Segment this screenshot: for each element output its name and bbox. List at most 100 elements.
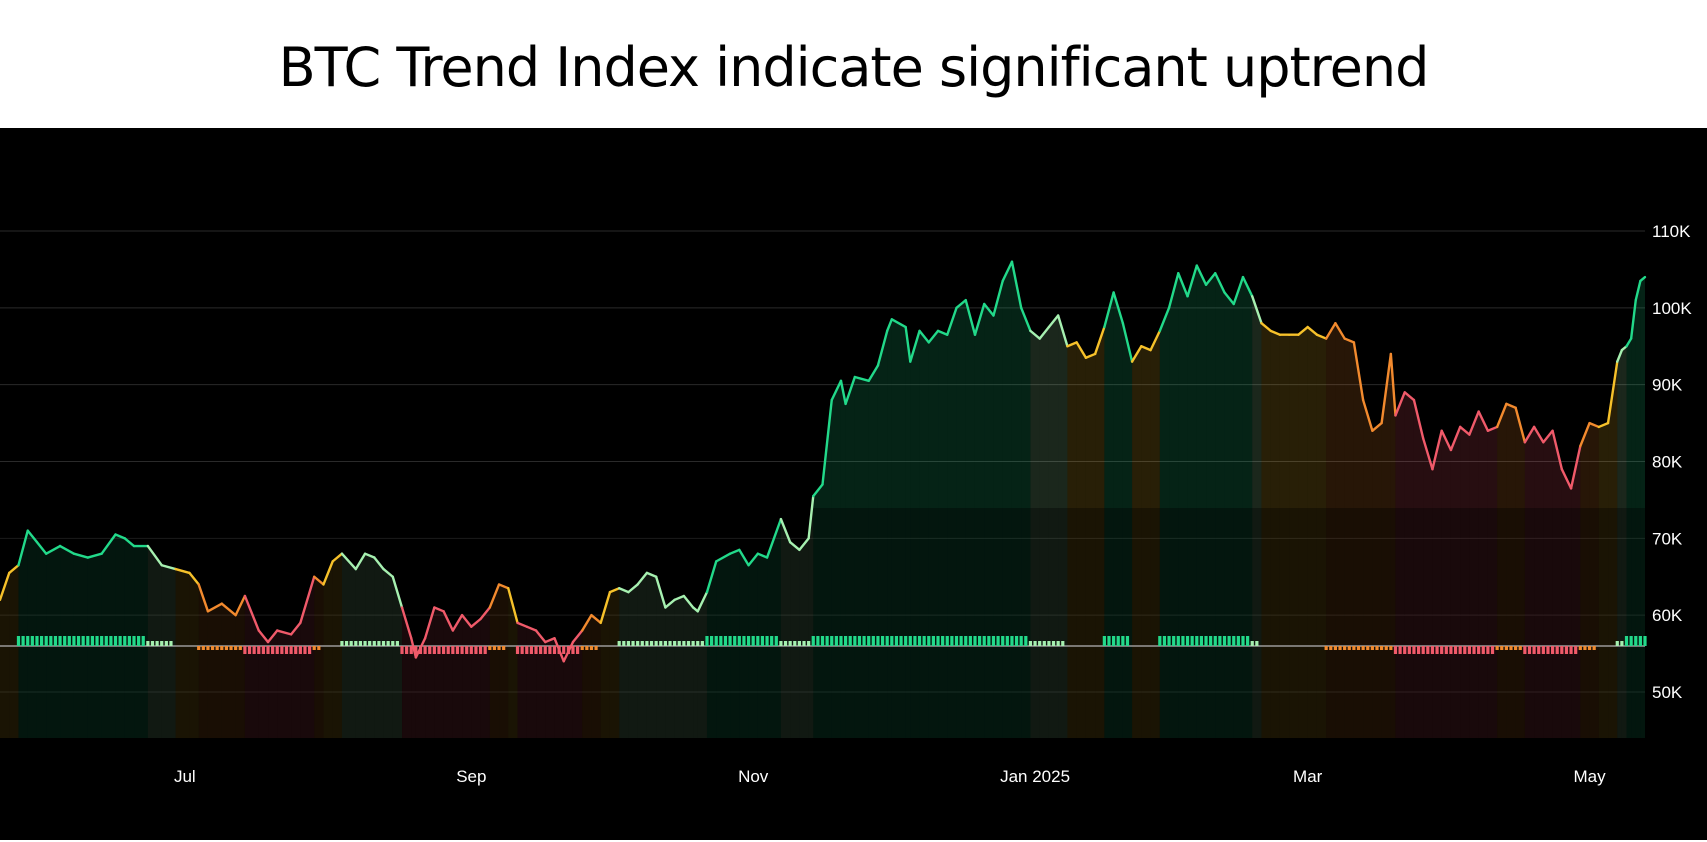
trend-bar: [381, 641, 386, 646]
trend-bar: [298, 646, 302, 654]
trend-bar: [247, 646, 252, 654]
trend-bar: [1047, 641, 1051, 646]
trend-bar: [525, 646, 529, 654]
trend-bar: [645, 641, 649, 646]
trend-bar: [497, 646, 501, 650]
trend-bar: [968, 636, 972, 646]
trend-bar: [502, 646, 506, 650]
trend-bar: [289, 646, 293, 654]
trend-bar: [562, 646, 566, 654]
trend-bar: [1629, 636, 1633, 646]
trend-bar: [266, 646, 270, 654]
trend-bar: [1532, 646, 1536, 654]
y-tick-label: 60K: [1652, 606, 1683, 625]
trend-bar: [890, 636, 894, 646]
trend-bar: [26, 636, 30, 646]
trend-bar: [1481, 646, 1485, 654]
trend-bar: [1527, 646, 1532, 654]
trend-bar: [663, 641, 667, 646]
trend-bar: [686, 641, 691, 646]
trend-bar: [617, 641, 621, 646]
trend-bar: [723, 636, 728, 646]
trend-bar: [372, 641, 376, 646]
x-tick-label: May: [1573, 767, 1606, 786]
trend-bar: [1638, 636, 1642, 646]
trend-bar: [1486, 646, 1490, 654]
trend-bar: [719, 636, 723, 646]
trend-bar: [21, 636, 25, 646]
trend-bar: [271, 646, 275, 654]
trend-bar: [1583, 646, 1587, 650]
trend-bar: [53, 636, 58, 646]
trend-bar: [100, 636, 104, 646]
trend-bar: [1361, 646, 1365, 650]
trend-bar: [793, 641, 797, 646]
trend-bar: [1467, 646, 1472, 654]
trend-bar: [90, 636, 95, 646]
trend-bar: [303, 646, 307, 654]
trend-bar: [1222, 636, 1227, 646]
trend-bar: [1061, 641, 1065, 646]
trend-bar: [284, 646, 289, 654]
trend-bar: [312, 646, 316, 650]
trend-bar: [275, 646, 279, 654]
trend-bar: [460, 646, 464, 654]
trend-bar: [423, 646, 427, 654]
x-axis-ticks: Jul Sep Nov Jan 2025 Mar May: [174, 767, 1606, 786]
trend-bar: [215, 646, 219, 650]
trend-bar: [280, 646, 284, 654]
trend-bar: [987, 636, 991, 646]
trend-bar: [141, 636, 145, 646]
trend-bar: [35, 636, 39, 646]
trend-bar: [917, 636, 922, 646]
trend-bar: [1509, 646, 1513, 650]
trend-bar: [1324, 646, 1328, 650]
trend-bar: [1472, 646, 1476, 654]
trend-bar: [834, 636, 838, 646]
trend-bar: [885, 636, 889, 646]
trend-bar: [682, 641, 686, 646]
trend-bar: [1389, 646, 1393, 650]
trend-bar: [206, 646, 210, 650]
y-tick-label: 50K: [1652, 683, 1683, 702]
trend-bar: [132, 636, 136, 646]
trend-bar: [1005, 636, 1009, 646]
trend-bar: [1218, 636, 1222, 646]
trend-bar: [802, 641, 806, 646]
trend-bar: [220, 646, 224, 650]
trend-bar: [368, 641, 372, 646]
trend-bar: [16, 636, 21, 646]
trend-bar: [1592, 646, 1596, 650]
trend-bar: [201, 646, 205, 650]
trend-bar: [465, 646, 469, 654]
trend-bar: [164, 641, 168, 646]
trend-bar: [1107, 636, 1111, 646]
trend-bar: [876, 636, 880, 646]
trend-bar: [229, 646, 233, 650]
trend-bar: [1477, 646, 1481, 654]
trend-bar: [391, 641, 395, 646]
trend-bar: [63, 636, 67, 646]
trend-bar: [816, 636, 820, 646]
trend-bar: [1028, 641, 1033, 646]
trend-bar: [1042, 641, 1046, 646]
trend-bar: [1412, 646, 1416, 654]
trend-bar: [529, 646, 533, 654]
trend-bar: [1347, 646, 1351, 650]
trend-bar: [770, 636, 774, 646]
chart-title: BTC Trend Index indicate significant upt…: [278, 36, 1430, 99]
trend-bar: [668, 641, 672, 646]
trend-bar: [733, 636, 737, 646]
trend-bar: [1574, 646, 1578, 654]
trend-bar: [705, 636, 709, 646]
trend-bar: [386, 641, 390, 646]
trend-bar: [760, 636, 765, 646]
trend-bar: [820, 636, 825, 646]
trend-bar: [811, 636, 815, 646]
trend-bar: [1343, 646, 1347, 650]
y-tick-label: 70K: [1652, 529, 1683, 548]
trend-bar: [1255, 641, 1259, 646]
trend-bar: [631, 641, 635, 646]
trend-bar: [354, 641, 358, 646]
trend-bar: [1458, 646, 1462, 654]
